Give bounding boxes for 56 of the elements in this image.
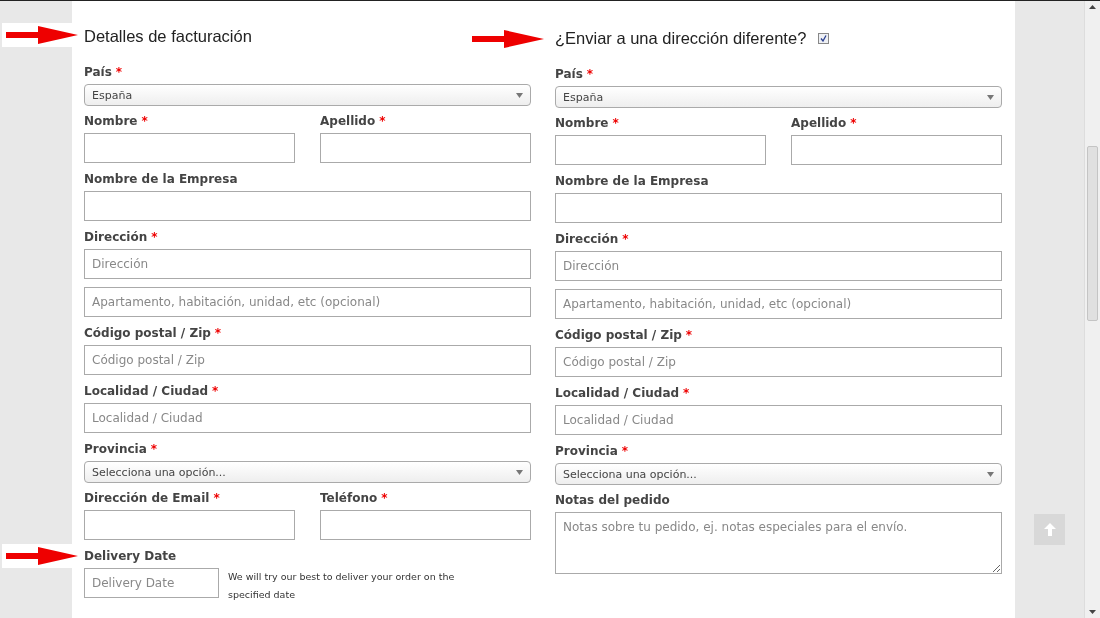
field-label: País * (555, 66, 595, 82)
delivery-note: We will try our best to deliver your order on the specified date (228, 570, 456, 602)
input-field[interactable] (320, 510, 531, 540)
scroll-down-icon (1089, 610, 1096, 614)
field-label: Localidad / Ciudad * (555, 385, 691, 401)
dropdown-select[interactable]: España (555, 86, 1002, 108)
field-label: Localidad / Ciudad * (84, 383, 220, 399)
input-field[interactable]: Dirección (84, 249, 531, 279)
scroll-up-icon (1089, 5, 1096, 9)
dropdown-select[interactable]: Selecciona una opción... (84, 461, 531, 483)
input-field[interactable] (320, 133, 531, 163)
arrow-up-icon (1043, 523, 1056, 536)
section-title: ¿Enviar a una dirección diferente? (555, 28, 807, 48)
input-field[interactable]: Apartamento, habitación, unidad, etc (opcional) (84, 287, 531, 317)
input-field[interactable]: Dirección (555, 251, 1002, 281)
field-label: Teléfono * (320, 490, 389, 506)
caret-icon (987, 94, 994, 100)
field-label: Apellido * (320, 113, 387, 129)
input-field[interactable]: Localidad / Ciudad (555, 405, 1002, 435)
section-title: Detalles de facturación (84, 26, 252, 46)
field-label: Dirección * (555, 231, 630, 247)
field-label: Código postal / Zip * (84, 325, 223, 341)
dropdown-select[interactable]: España (84, 84, 531, 106)
input-field[interactable] (84, 133, 295, 163)
field-label: Notas del pedido (555, 492, 671, 508)
field-label: País * (84, 64, 124, 80)
caret-icon (516, 469, 523, 475)
field-label: Nombre de la Empresa (555, 173, 710, 189)
notes-field[interactable]: Notas sobre tu pedido, ej. notas especiales para el envío. (555, 512, 1002, 574)
checkbox[interactable] (818, 32, 830, 44)
field-label: Nombre * (84, 113, 149, 129)
input-field[interactable] (791, 135, 1002, 165)
input-field[interactable] (84, 510, 295, 540)
check-icon (820, 34, 828, 42)
field-label: Dirección de Email * (84, 490, 221, 506)
field-label: Delivery Date (84, 548, 178, 564)
input-field[interactable]: Código postal / Zip (84, 345, 531, 375)
input-field[interactable]: Localidad / Ciudad (84, 403, 531, 433)
caret-icon (516, 92, 523, 98)
scrollbar-thumb[interactable] (1087, 146, 1098, 321)
field-label: Nombre * (555, 115, 620, 131)
input-field[interactable] (555, 193, 1002, 223)
field-label: Dirección * (84, 229, 159, 245)
caret-icon (987, 471, 994, 477)
field-label: Provincia * (84, 441, 159, 457)
input-field[interactable] (555, 135, 766, 165)
input-field[interactable] (84, 191, 531, 221)
input-field[interactable]: Apartamento, habitación, unidad, etc (opcional) (555, 289, 1002, 319)
field-label: Nombre de la Empresa (84, 171, 239, 187)
dropdown-select[interactable]: Selecciona una opción... (555, 463, 1002, 485)
field-label: Apellido * (791, 115, 858, 131)
input-field[interactable]: Código postal / Zip (555, 347, 1002, 377)
date-field[interactable]: Delivery Date (84, 568, 219, 598)
field-label: Provincia * (555, 443, 630, 459)
field-label: Código postal / Zip * (555, 327, 694, 343)
scroll-top-button[interactable] (1034, 514, 1065, 545)
